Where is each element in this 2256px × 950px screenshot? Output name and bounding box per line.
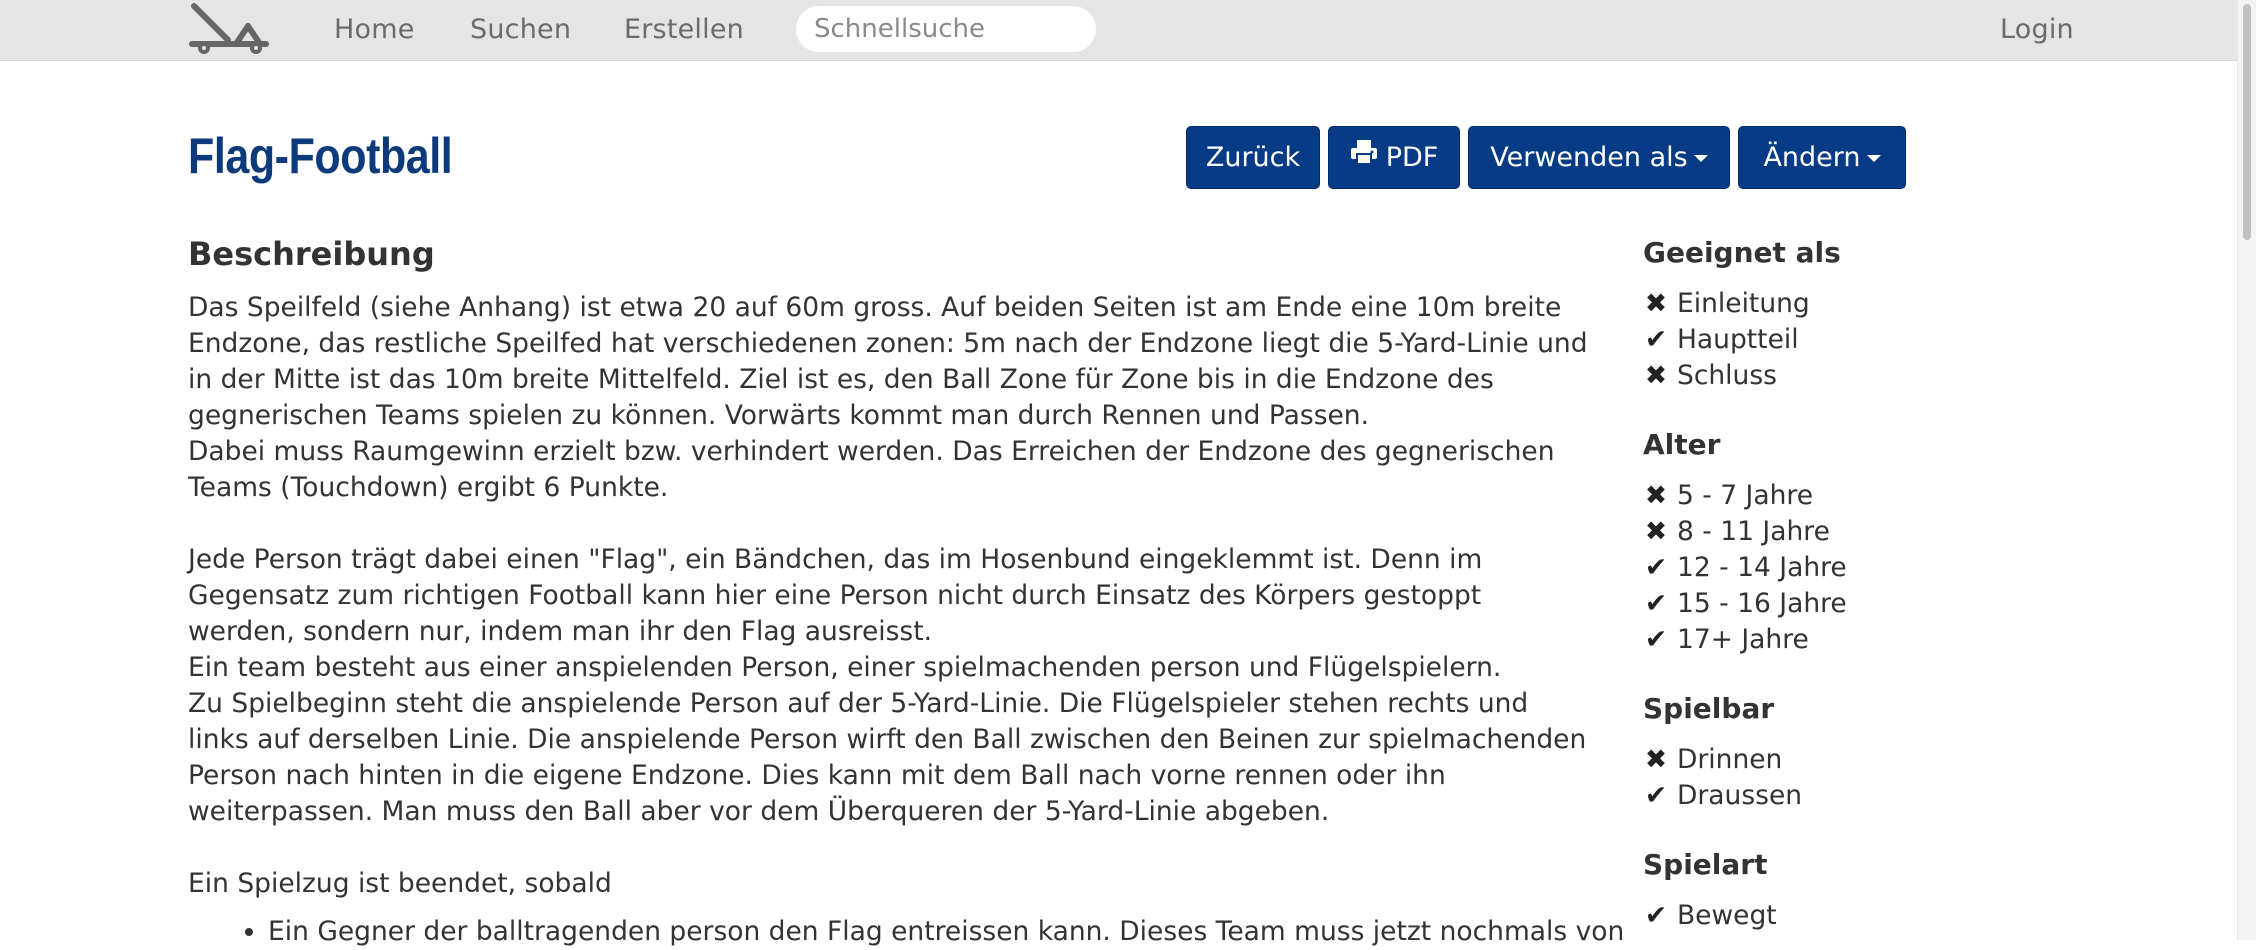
age-item: ✔ 15 - 16 Jahre — [1643, 586, 1847, 622]
caret-down-icon — [1866, 155, 1881, 162]
age-item-label: 8 - 11 Jahre — [1677, 516, 1830, 547]
playable-item-label: Draussen — [1677, 780, 1803, 811]
playable-item-outdoor: ✔ Draussen — [1643, 778, 1802, 814]
list-item: Ein Gegner der balltragenden person den … — [268, 914, 1624, 950]
game-type-heading: Spielart — [1643, 848, 1768, 881]
suitable-as-list: ✖ Einleitung ✔ Hauptteil ✖ Schluss — [1643, 286, 1810, 394]
description-paragraph: Ein team besteht aus einer anspielenden … — [188, 652, 1502, 683]
edit-button-label: Ändern — [1763, 142, 1861, 173]
check-icon: ✔ — [1644, 624, 1668, 655]
cross-icon: ✖ — [1644, 480, 1668, 511]
use-as-button-label: Verwenden als — [1490, 142, 1688, 173]
check-icon: ✔ — [1644, 780, 1668, 811]
pdf-button[interactable]: PDF — [1328, 126, 1460, 189]
login-link[interactable]: Login — [2000, 14, 2074, 46]
playable-item-indoor: ✖ Drinnen — [1643, 742, 1802, 778]
game-type-list: ✔ Bewegt — [1643, 898, 1777, 934]
cross-icon: ✖ — [1644, 744, 1668, 775]
description-heading: Beschreibung — [188, 235, 435, 273]
scrollbar-thumb[interactable] — [2243, 4, 2251, 240]
page-title: Flag-Football — [188, 128, 453, 184]
catapult-icon[interactable] — [188, 0, 272, 58]
game-type-item-label: Bewegt — [1677, 900, 1777, 931]
game-type-item-active: ✔ Bewegt — [1643, 898, 1777, 934]
check-icon: ✔ — [1644, 588, 1668, 619]
playable-list: ✖ Drinnen ✔ Draussen — [1643, 742, 1802, 814]
top-navbar: Home Suchen Erstellen Login — [0, 0, 2238, 61]
quick-search-input[interactable] — [796, 6, 1096, 52]
pdf-button-label: PDF — [1385, 142, 1439, 173]
age-item-label: 15 - 16 Jahre — [1677, 588, 1847, 619]
age-list: ✖ 5 - 7 Jahre ✖ 8 - 11 Jahre ✔ 12 - 14 Jahr… — [1643, 478, 1847, 658]
suitable-item-label: Hauptteil — [1677, 324, 1799, 355]
page-scrollbar[interactable] — [2237, 0, 2256, 940]
age-item-label: 12 - 14 Jahre — [1677, 552, 1847, 583]
description-body: Das Speilfeld (siehe Anhang) ist etwa 20… — [188, 290, 1624, 950]
play-end-conditions-list: Ein Gegner der balltragenden person den … — [188, 914, 1624, 950]
caret-down-icon — [1693, 155, 1708, 162]
playable-heading: Spielbar — [1643, 692, 1775, 725]
printer-icon — [1350, 126, 1378, 187]
age-heading: Alter — [1643, 428, 1721, 461]
cross-icon: ✖ — [1644, 288, 1668, 319]
description-paragraph: Jede Person trägt dabei einen "Flag", ei… — [188, 544, 1483, 647]
age-item: ✔ 12 - 14 Jahre — [1643, 550, 1847, 586]
back-button[interactable]: Zurück — [1186, 126, 1320, 189]
back-button-label: Zurück — [1205, 142, 1301, 173]
description-paragraph: Das Speilfeld (siehe Anhang) ist etwa 20… — [188, 292, 1588, 431]
age-item-label: 17+ Jahre — [1677, 624, 1809, 655]
suitable-item-label: Schluss — [1677, 360, 1777, 391]
nav-create-link[interactable]: Erstellen — [624, 14, 744, 46]
edit-dropdown-button[interactable]: Ändern — [1738, 126, 1906, 189]
cross-icon: ✖ — [1644, 360, 1668, 391]
age-item: ✖ 5 - 7 Jahre — [1643, 478, 1847, 514]
suitable-item-main: ✔ Hauptteil — [1643, 322, 1810, 358]
playable-item-label: Drinnen — [1677, 744, 1783, 775]
nav-home-link[interactable]: Home — [334, 14, 415, 46]
description-paragraph: Dabei muss Raumgewinn erzielt bzw. verhi… — [188, 436, 1555, 503]
nav-search-link[interactable]: Suchen — [470, 14, 571, 46]
check-icon: ✔ — [1644, 324, 1668, 355]
description-paragraph: Zu Spielbeginn steht die anspielende Per… — [188, 688, 1587, 827]
suitable-item-intro: ✖ Einleitung — [1643, 286, 1810, 322]
check-icon: ✔ — [1644, 552, 1668, 583]
suitable-as-heading: Geeignet als — [1643, 236, 1841, 269]
age-item: ✔ 17+ Jahre — [1643, 622, 1847, 658]
suitable-item-end: ✖ Schluss — [1643, 358, 1810, 394]
use-as-dropdown-button[interactable]: Verwenden als — [1468, 126, 1730, 189]
age-item-label: 5 - 7 Jahre — [1677, 480, 1814, 511]
check-icon: ✔ — [1644, 900, 1668, 931]
suitable-item-label: Einleitung — [1677, 288, 1810, 319]
age-item: ✖ 8 - 11 Jahre — [1643, 514, 1847, 550]
description-paragraph: Ein Spielzug ist beendet, sobald — [188, 868, 612, 899]
cross-icon: ✖ — [1644, 516, 1668, 547]
